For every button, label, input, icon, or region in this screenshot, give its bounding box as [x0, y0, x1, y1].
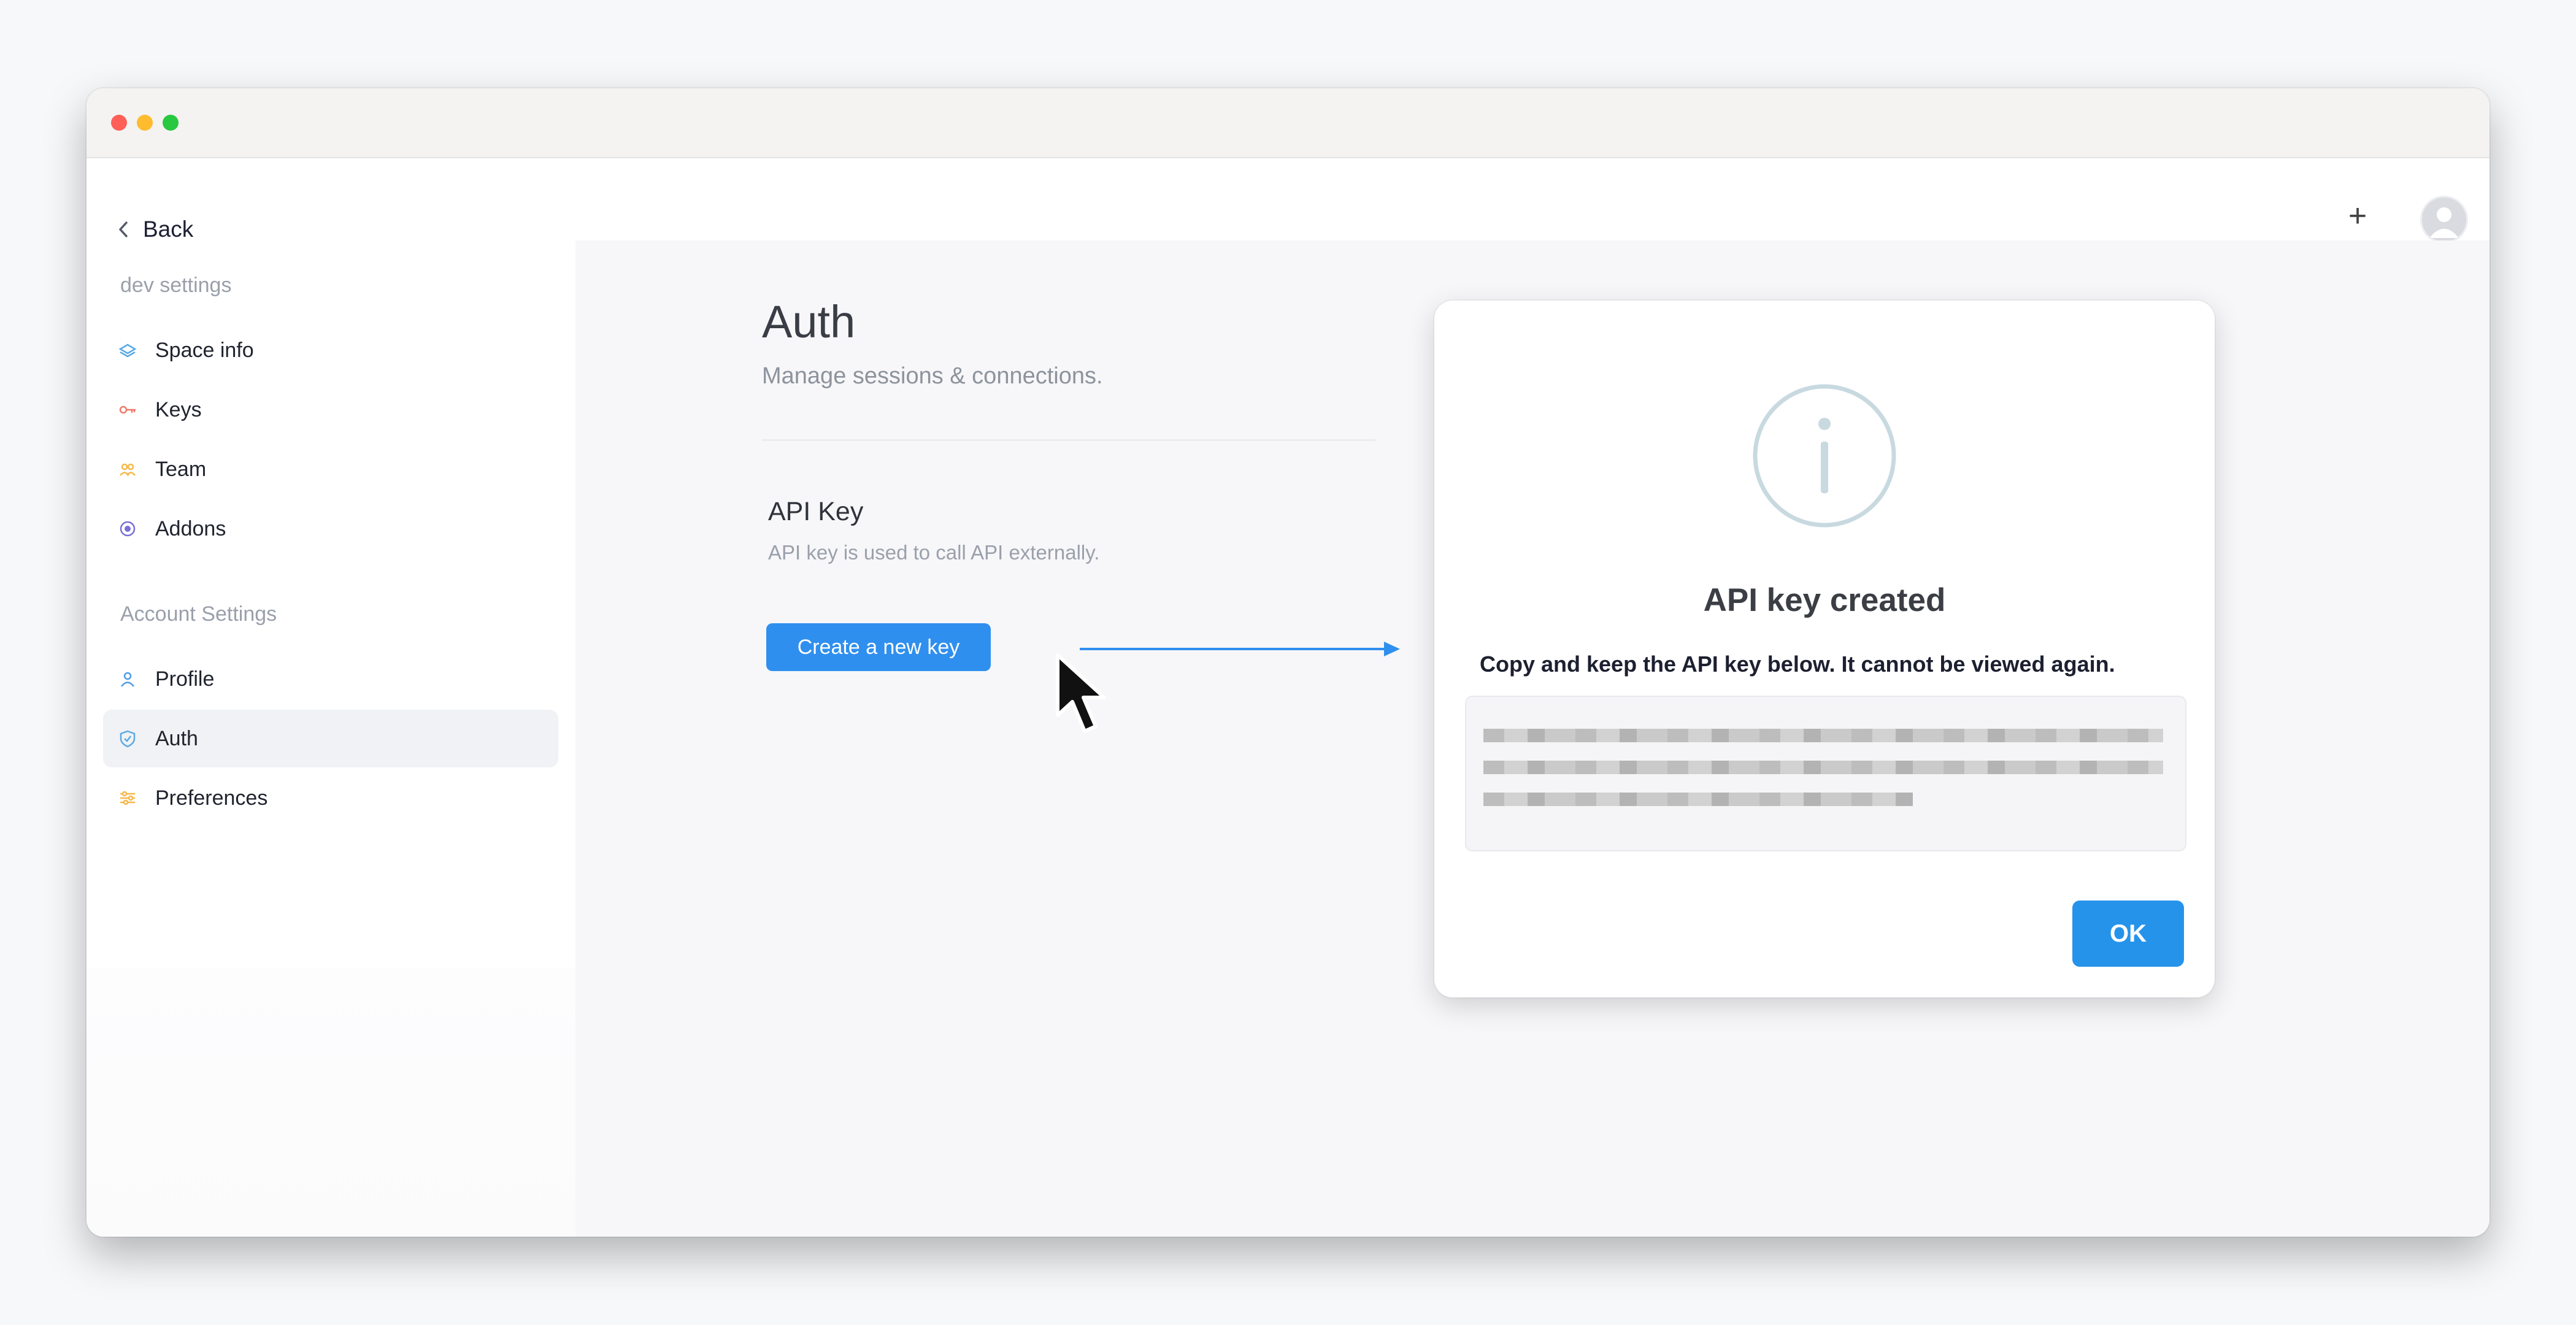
plus-icon: + — [2348, 198, 2367, 234]
redacted-key-line — [1483, 729, 2163, 742]
back-label: Back — [143, 217, 194, 242]
sidebar-item-addons[interactable]: Addons — [103, 500, 558, 558]
account-settings-label: Account Settings — [120, 602, 277, 626]
sidebar-item-label: Space info — [155, 338, 254, 362]
ok-button[interactable]: OK — [2072, 901, 2184, 967]
info-icon — [1753, 384, 1896, 528]
shield-icon — [118, 729, 137, 748]
sidebar-item-auth[interactable]: Auth — [103, 710, 558, 767]
layers-icon — [118, 341, 137, 359]
team-icon — [118, 460, 137, 478]
sidebar-item-space-info[interactable]: Space info — [103, 321, 558, 379]
add-button[interactable]: + — [2339, 198, 2376, 234]
sidebar-item-preferences[interactable]: Preferences — [103, 769, 558, 827]
section-divider — [762, 439, 1375, 441]
api-key-created-dialog: API key created Copy and keep the API ke… — [1434, 301, 2215, 997]
sidebar-item-label: Addons — [155, 517, 226, 540]
page-title: Auth — [762, 296, 856, 347]
dialog-message: Copy and keep the API key below. It cann… — [1480, 651, 2115, 677]
chevron-left-icon — [119, 221, 128, 237]
sidebar-item-label: Profile — [155, 667, 215, 691]
sidebar-footer-area — [87, 968, 575, 1237]
title-bar — [87, 88, 2489, 158]
addon-icon — [118, 520, 137, 538]
close-window-button[interactable] — [111, 115, 127, 131]
sidebar-item-label: Preferences — [155, 786, 268, 810]
api-key-value-box[interactable] — [1465, 696, 2186, 851]
dialog-title: API key created — [1703, 582, 1946, 618]
dev-settings-label: dev settings — [120, 274, 232, 297]
create-new-key-button[interactable]: Create a new key — [766, 623, 991, 671]
sidebar-item-label: Auth — [155, 726, 198, 750]
api-key-section-description: API key is used to call API externally. — [768, 541, 1100, 564]
sidebar-item-label: Keys — [155, 398, 202, 421]
minimize-window-button[interactable] — [137, 115, 153, 131]
sidebar-item-team[interactable]: Team — [103, 440, 558, 498]
sidebar-item-keys[interactable]: Keys — [103, 381, 558, 439]
back-button[interactable]: Back — [117, 211, 193, 248]
key-icon — [118, 401, 137, 419]
sidebar-item-profile[interactable]: Profile — [103, 650, 558, 708]
avatar[interactable] — [2420, 196, 2468, 244]
redacted-key-line — [1483, 761, 2163, 774]
avatar-icon — [2429, 207, 2459, 238]
page-subtitle: Manage sessions & connections. — [762, 363, 1103, 389]
mouse-cursor-icon — [1056, 653, 1106, 733]
redacted-key-line — [1483, 793, 1913, 806]
user-icon — [118, 670, 137, 688]
maximize-window-button[interactable] — [163, 115, 179, 131]
sliders-icon — [118, 789, 137, 807]
sidebar-item-label: Team — [155, 457, 207, 481]
arrow-right-icon — [1080, 642, 1400, 656]
api-key-section-title: API Key — [768, 497, 864, 526]
